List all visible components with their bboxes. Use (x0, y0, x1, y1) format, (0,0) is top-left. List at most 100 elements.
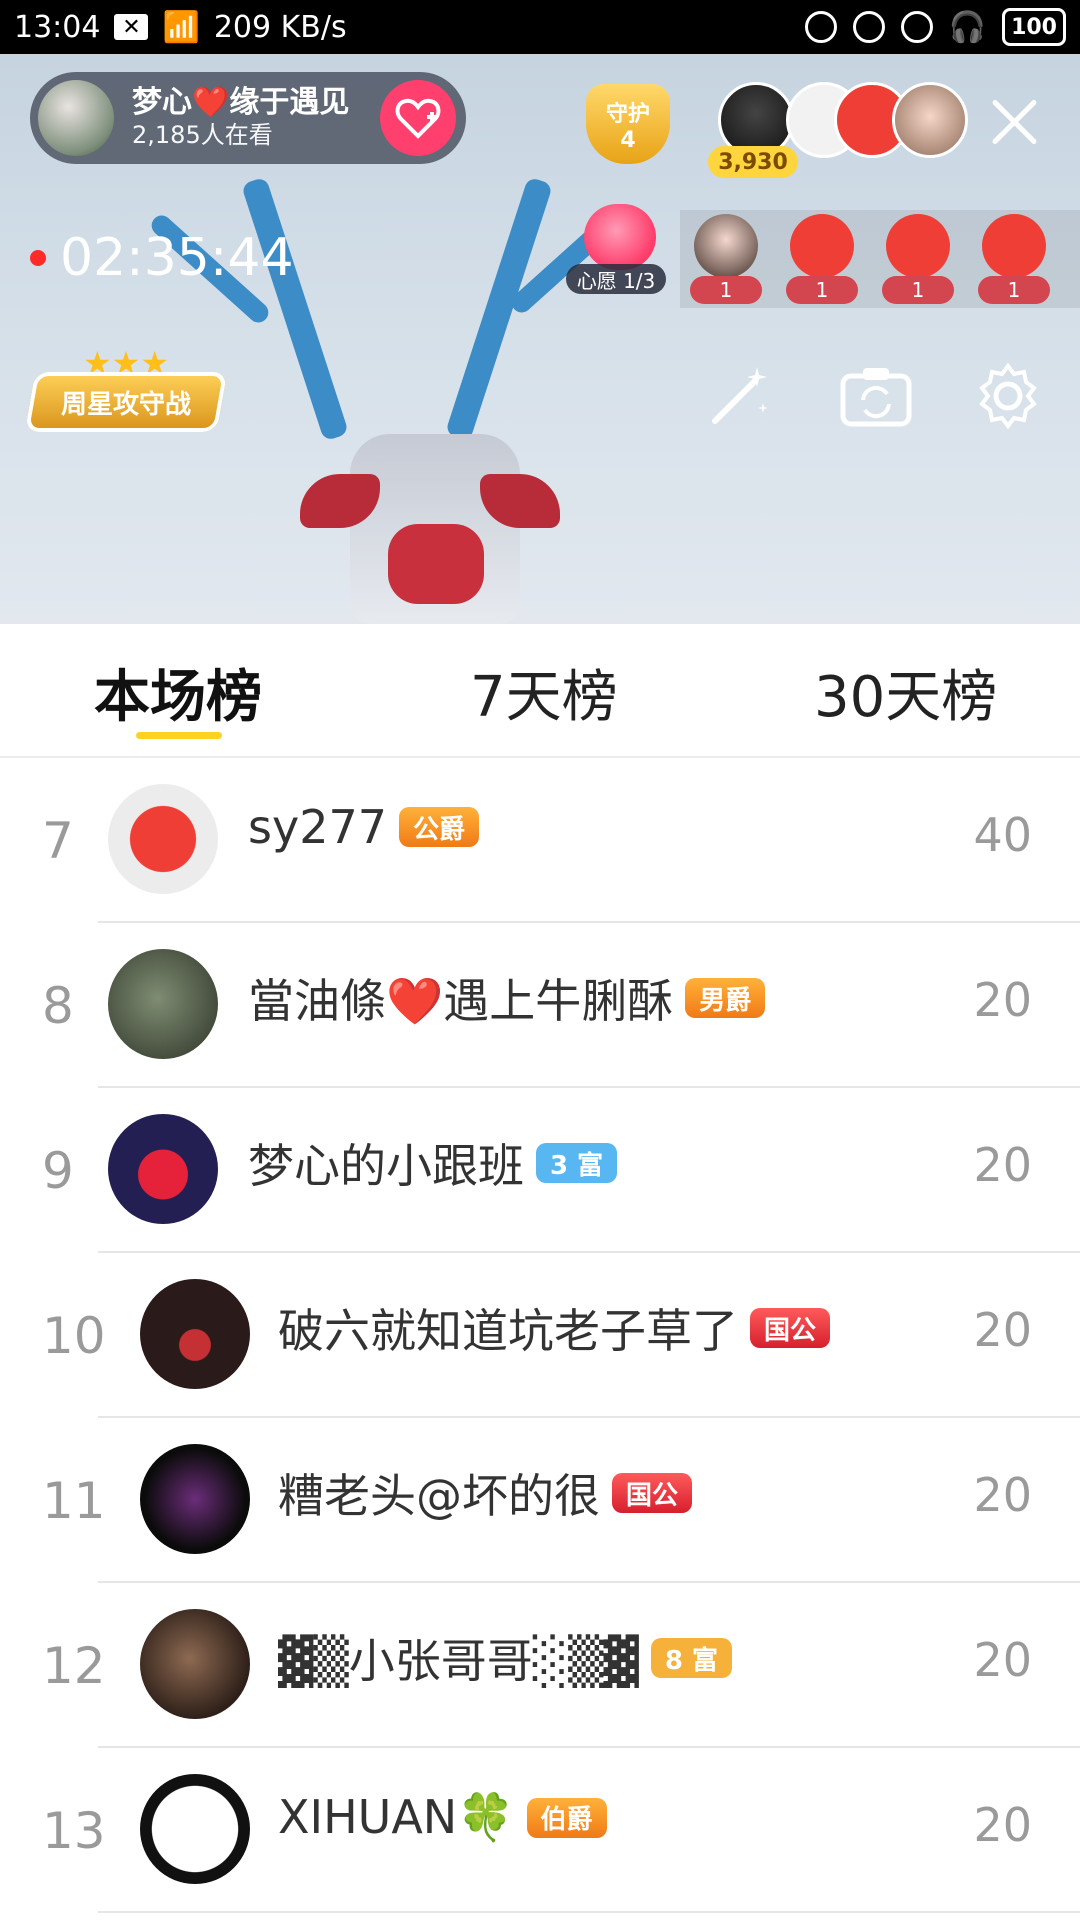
rank-badge: 伯爵 (526, 1797, 607, 1838)
top-fan-score: 3,930 (708, 146, 798, 178)
user-name: 破六就知道坑老子草了 (278, 1304, 738, 1358)
fan-avatar-4[interactable] (982, 214, 1046, 278)
fan-score-2: 1 (786, 276, 858, 304)
live-duration: 02:35:44 (60, 228, 294, 288)
user-score: 40 (973, 808, 1032, 862)
viewer-count: 2,185人在看 (132, 121, 273, 149)
mute-bell-icon (804, 11, 837, 43)
deer-antler-right (444, 176, 554, 442)
rank-badge: 8 富 (650, 1638, 733, 1678)
magic-wand-icon (712, 367, 768, 424)
heart-plus-icon (395, 98, 441, 139)
user-name: 糟老头@坏的很 (278, 1469, 600, 1523)
stars-icon: ★★★ (82, 344, 170, 382)
user-name: 梦心的小跟班 (248, 1139, 524, 1193)
user-score: 20 (973, 973, 1032, 1027)
user-name-row: 當油條❤️遇上牛脷酥 男爵 (248, 965, 766, 1031)
settings-button[interactable] (968, 356, 1048, 436)
wish-label: 心愿 1/3 (566, 264, 666, 294)
wish-widget[interactable]: 心愿 1/3 (566, 204, 670, 304)
tab-active-indicator (136, 732, 222, 739)
user-avatar[interactable] (108, 949, 218, 1059)
tab-this-session[interactable]: 本场榜 (94, 652, 262, 733)
rank-badge: 国公 (750, 1308, 831, 1348)
row-divider (98, 1911, 1080, 1913)
user-name-row: ▓▒小张哥哥░▒▓ 8 富 (278, 1625, 733, 1691)
user-avatar[interactable] (140, 1609, 250, 1719)
wifi-icon: 📶 (162, 9, 200, 45)
switch-camera-icon (840, 368, 912, 427)
rank-badge: 公爵 (399, 807, 480, 847)
magic-wand-button[interactable] (700, 356, 780, 436)
status-bar: 13:04 ✕ 📶 209 KB/s 🎧 100 (0, 0, 1080, 54)
rank-number: 12 (42, 1637, 106, 1695)
list-item[interactable]: 13 XIHUAN🍀 伯爵 20 (0, 1748, 1080, 1913)
user-score: 20 (973, 1303, 1032, 1357)
gear-icon (979, 362, 1037, 430)
deer-nose (388, 524, 484, 604)
user-avatar[interactable] (140, 1279, 250, 1389)
fans-strip[interactable]: 1 1 1 1 (680, 210, 1080, 308)
user-score: 20 (973, 1798, 1032, 1852)
wish-heart-icon (584, 204, 656, 270)
network-speed: 209 KB/s (213, 9, 347, 45)
tab-7-days[interactable]: 7天榜 (470, 652, 618, 733)
fan-avatar-1[interactable] (694, 214, 758, 278)
follow-button[interactable] (380, 80, 456, 156)
user-name-row: sy277 公爵 (248, 800, 480, 854)
live-timer: 02:35:44 (30, 228, 294, 288)
recording-dot-icon (30, 250, 46, 266)
user-avatar[interactable] (140, 1774, 250, 1884)
user-avatar[interactable] (140, 1444, 250, 1554)
list-item[interactable]: 7 sy277 公爵 40 (0, 758, 1080, 923)
fan-score-3: 1 (882, 276, 954, 304)
live-video-area[interactable]: 梦心❤️缘于遇见 2,185人在看 守护 4 3,930 02:35:44 心愿… (0, 54, 1080, 624)
host-name: 梦心❤️缘于遇见 (132, 85, 350, 120)
user-name: ▓▒小张哥哥░▒▓ (278, 1634, 639, 1688)
user-name-row: XIHUAN🍀 伯爵 (278, 1790, 607, 1845)
host-avatar[interactable] (38, 80, 114, 156)
guard-badge[interactable]: 守护 4 (586, 84, 670, 164)
lock-icon (852, 11, 885, 43)
ranking-list[interactable]: 7 sy277 公爵 40 8 當油條❤️遇上牛脷酥 男爵 20 9 梦心的小跟… (0, 758, 1080, 1920)
tab-30-days[interactable]: 30天榜 (814, 652, 997, 733)
week-star-label: 周星攻守战 (60, 390, 191, 420)
list-item[interactable]: 8 當油條❤️遇上牛脷酥 男爵 20 (0, 923, 1080, 1088)
guard-shield-icon: 守护 4 (586, 84, 670, 164)
rank-badge: 3 富 (536, 1143, 618, 1183)
fan-avatar-2[interactable] (790, 214, 854, 278)
rank-number: 7 (42, 812, 74, 870)
list-item[interactable]: 10 破六就知道坑老子草了 国公 20 (0, 1253, 1080, 1418)
list-item[interactable]: 12 ▓▒小张哥哥░▒▓ 8 富 20 (0, 1583, 1080, 1748)
user-name: sy277 (248, 800, 387, 854)
list-item[interactable]: 11 糟老头@坏的很 国公 20 (0, 1418, 1080, 1583)
user-avatar[interactable] (108, 1114, 218, 1224)
rank-badge: 男爵 (685, 978, 766, 1018)
host-info-pill[interactable]: 梦心❤️缘于遇见 2,185人在看 (30, 72, 466, 164)
user-name: XIHUAN🍀 (278, 1790, 515, 1844)
fan-score-1: 1 (690, 276, 762, 304)
user-score: 20 (973, 1633, 1032, 1687)
rank-number: 9 (42, 1142, 74, 1200)
battery-level: 100 (1011, 14, 1057, 40)
user-name-row: 梦心的小跟班 3 富 (248, 1130, 618, 1196)
user-score: 20 (973, 1468, 1032, 1522)
rank-number: 11 (42, 1472, 106, 1530)
fan-avatar-3[interactable] (886, 214, 950, 278)
rank-number: 8 (42, 977, 74, 1035)
notification-x-icon: ✕ (114, 14, 149, 40)
ranking-tabs: 本场榜 7天榜 30天榜 (0, 624, 1080, 758)
battery-icon: 100 (1002, 8, 1066, 46)
guard-label: 守护 (605, 101, 650, 127)
status-time: 13:04 (14, 9, 101, 45)
user-name-row: 破六就知道坑老子草了 国公 (278, 1295, 831, 1361)
switch-camera-button[interactable] (836, 356, 916, 436)
user-score: 20 (973, 1138, 1032, 1192)
list-item[interactable]: 9 梦心的小跟班 3 富 20 (0, 1088, 1080, 1253)
close-button[interactable] (986, 94, 1042, 150)
alarm-icon (900, 11, 933, 43)
user-avatar[interactable] (108, 784, 218, 894)
top-fan-avatar-4[interactable] (892, 82, 968, 158)
week-star-badge[interactable]: ★★★ 周星攻守战 (24, 344, 228, 438)
guard-count: 4 (620, 127, 636, 153)
